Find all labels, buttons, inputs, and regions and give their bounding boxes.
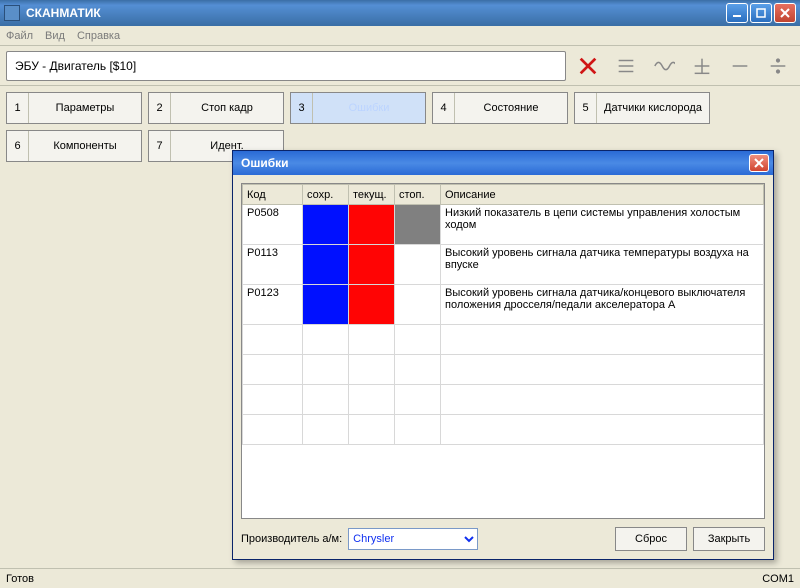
dialog-bottom-bar: Производитель а/м: Chrysler Сброс Закрыт… bbox=[241, 519, 765, 551]
menu-view[interactable]: Вид bbox=[45, 30, 65, 42]
cell-stored bbox=[303, 205, 349, 245]
col-desc[interactable]: Описание bbox=[441, 185, 764, 205]
manufacturer-label: Производитель а/м: bbox=[241, 533, 342, 545]
cell-desc: Низкий показатель в цепи системы управле… bbox=[441, 205, 764, 245]
cell-desc: Высокий уровень сигнала датчика температ… bbox=[441, 245, 764, 285]
dialog-titlebar: Ошибки bbox=[233, 151, 773, 175]
cell-stored bbox=[303, 285, 349, 325]
toolbar-divide-icon[interactable] bbox=[762, 51, 794, 81]
tab-o2-sensors[interactable]: 5 Датчики кислорода bbox=[574, 92, 710, 124]
toolbar-cancel-button[interactable] bbox=[572, 51, 604, 81]
errors-dialog: Ошибки Код сохр. текущ. стоп. Описание bbox=[232, 150, 774, 560]
cell-stop bbox=[395, 245, 441, 285]
table-row[interactable]: P0113 Высокий уровень сигнала датчика тем… bbox=[243, 245, 764, 285]
status-left: Готов bbox=[6, 573, 34, 585]
tab-state[interactable]: 4 Состояние bbox=[432, 92, 568, 124]
cell-code: P0508 bbox=[243, 205, 303, 245]
manufacturer-select[interactable]: Chrysler bbox=[348, 528, 478, 550]
cell-stored bbox=[303, 245, 349, 285]
col-stop[interactable]: стоп. bbox=[395, 185, 441, 205]
col-stored[interactable]: сохр. bbox=[303, 185, 349, 205]
cell-current bbox=[349, 285, 395, 325]
col-code[interactable]: Код bbox=[243, 185, 303, 205]
close-dialog-button[interactable]: Закрыть bbox=[693, 527, 765, 551]
menu-help[interactable]: Справка bbox=[77, 30, 120, 42]
minimize-button[interactable] bbox=[726, 3, 748, 23]
maximize-button[interactable] bbox=[750, 3, 772, 23]
reset-button[interactable]: Сброс bbox=[615, 527, 687, 551]
menu-file[interactable]: Файл bbox=[6, 30, 33, 42]
close-button[interactable] bbox=[774, 3, 796, 23]
cell-stop bbox=[395, 285, 441, 325]
cell-stop bbox=[395, 205, 441, 245]
tab-components[interactable]: 6 Компоненты bbox=[6, 130, 142, 162]
errors-grid[interactable]: Код сохр. текущ. стоп. Описание P0508 Низ… bbox=[241, 183, 765, 519]
app-title: СКАНМАТИК bbox=[26, 6, 101, 20]
table-row[interactable] bbox=[243, 415, 764, 445]
cell-code: P0113 bbox=[243, 245, 303, 285]
table-row[interactable]: P0123 Высокий уровень сигнала датчика/кон… bbox=[243, 285, 764, 325]
tab-errors[interactable]: 3 Ошибки bbox=[290, 92, 426, 124]
cell-code: P0123 bbox=[243, 285, 303, 325]
cell-current bbox=[349, 205, 395, 245]
toolbar-list-icon[interactable] bbox=[610, 51, 642, 81]
tab-freeze-frame[interactable]: 2 Стоп кадр bbox=[148, 92, 284, 124]
table-row[interactable]: P0508 Низкий показатель в цепи системы уп… bbox=[243, 205, 764, 245]
toolbar: ЭБУ - Двигатель [$10] bbox=[0, 46, 800, 86]
cell-desc: Высокий уровень сигнала датчика/концевог… bbox=[441, 285, 764, 325]
table-row[interactable] bbox=[243, 355, 764, 385]
menubar: Файл Вид Справка bbox=[0, 26, 800, 46]
table-row[interactable] bbox=[243, 325, 764, 355]
path-text: ЭБУ - Двигатель [$10] bbox=[15, 59, 136, 73]
toolbar-minus-icon[interactable] bbox=[724, 51, 756, 81]
dialog-close-button[interactable] bbox=[749, 154, 769, 172]
tab-parameters[interactable]: 1 Параметры bbox=[6, 92, 142, 124]
table-row[interactable] bbox=[243, 385, 764, 415]
main-titlebar: СКАНМАТИК bbox=[0, 0, 800, 26]
cell-current bbox=[349, 245, 395, 285]
status-right: COM1 bbox=[762, 573, 794, 585]
toolbar-plus-icon[interactable] bbox=[686, 51, 718, 81]
app-icon bbox=[4, 5, 20, 21]
toolbar-wave-icon[interactable] bbox=[648, 51, 680, 81]
statusbar: Готов COM1 bbox=[0, 568, 800, 588]
col-current[interactable]: текущ. bbox=[349, 185, 395, 205]
path-field[interactable]: ЭБУ - Двигатель [$10] bbox=[6, 51, 566, 81]
dialog-title: Ошибки bbox=[241, 156, 289, 170]
